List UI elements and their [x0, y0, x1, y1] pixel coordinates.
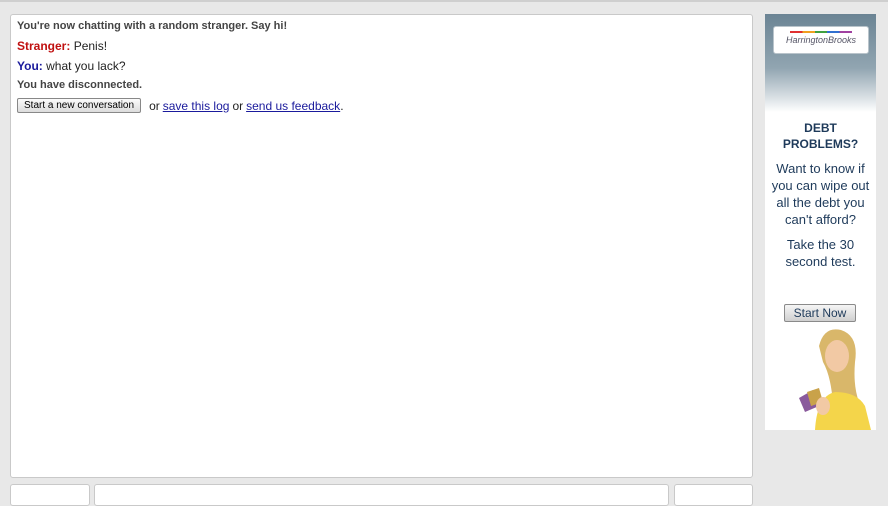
message-input[interactable] — [94, 484, 669, 506]
you-message-text: what you lack? — [46, 59, 126, 73]
ad-heading: DEBT PROBLEMS? — [782, 121, 859, 151]
chat-log-panel: You're now chatting with a random strang… — [10, 14, 753, 478]
logo-stripe — [790, 31, 852, 33]
or-separator: or — [232, 98, 244, 113]
top-border — [0, 0, 888, 2]
status-disconnected: You have disconnected. — [17, 79, 143, 91]
send-feedback-link[interactable]: send us feedback — [246, 99, 340, 113]
ad-woman-image — [799, 329, 871, 430]
ad-cta-text: Take the 30 second test. — [785, 237, 856, 269]
ad-logo: HarringtonBrooks — [773, 26, 869, 54]
new-conversation-button[interactable]: Start a new conversation — [17, 98, 142, 113]
send-button[interactable] — [674, 484, 753, 506]
or-separator: or — [149, 98, 160, 113]
ad-body: Want to know if you can wipe out all the… — [771, 161, 870, 227]
you-label: You: — [17, 59, 43, 73]
status-connected: You're now chatting with a random strang… — [17, 20, 288, 32]
ad-header: HarringtonBrooks — [765, 14, 876, 112]
stranger-message: Stranger: Penis! — [17, 39, 746, 53]
ad-start-now-button[interactable]: Start Now — [784, 304, 856, 322]
stranger-message-text: Penis! — [73, 39, 108, 53]
chat-log: You're now chatting with a random strang… — [11, 15, 752, 118]
period: . — [340, 98, 344, 113]
ad-logo-text: HarringtonBrooks — [785, 35, 857, 45]
bottom-left-box[interactable] — [10, 484, 90, 506]
chat-actions: Start a new conversation or save this lo… — [17, 98, 746, 113]
stranger-label: Stranger: — [17, 39, 71, 53]
save-log-link[interactable]: save this log — [163, 99, 230, 113]
sidebar-ad[interactable]: HarringtonBrooks DEBT PROBLEMS? Want to … — [765, 14, 876, 430]
you-message: You: what you lack? — [17, 59, 746, 73]
